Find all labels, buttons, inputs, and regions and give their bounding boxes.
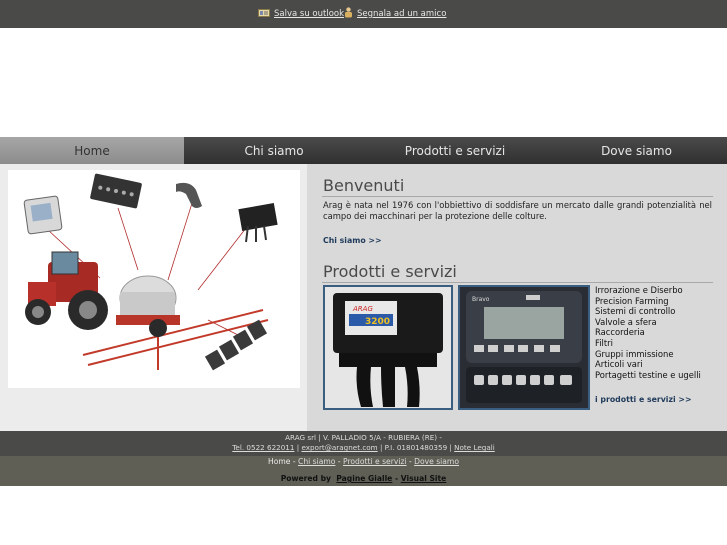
- nav-prodotti[interactable]: Prodotti e servizi: [364, 137, 546, 164]
- powered-dash: -: [392, 474, 401, 483]
- footer-legal-link[interactable]: Note Legali: [454, 443, 495, 452]
- outlook-card-icon: [258, 8, 270, 20]
- top-bar: Salva su outlook Segnala ad un amico: [0, 0, 727, 28]
- list-item: Articoli vari: [595, 359, 643, 370]
- box2-brand: Bravo: [472, 296, 490, 303]
- nav-dove-siamo-label: Dove siamo: [601, 143, 672, 158]
- welcome-divider: [322, 196, 713, 197]
- left-panel: [0, 164, 307, 431]
- list-item: Portagetti testine e ugelli: [595, 369, 701, 380]
- list-item: Sistemi di controllo: [595, 306, 676, 317]
- footer-piva: | P.I. 01801480359 |: [377, 443, 455, 452]
- nav-prodotti-label: Prodotti e servizi: [404, 143, 506, 158]
- products-list: Irrorazione e Diserbo Precision Farming …: [595, 285, 701, 380]
- nav-home-label: Home: [74, 143, 110, 158]
- nav-dove-siamo[interactable]: Dove siamo: [546, 137, 727, 164]
- footer-contacts: Tel. 0522 622011 | export@aragnet.com | …: [0, 443, 727, 452]
- list-item: Irrorazione e Diserbo: [595, 285, 683, 295]
- tell-friend-label: Segnala ad un amico: [357, 9, 447, 19]
- pagine-gialle-link[interactable]: Pagine Gialle: [336, 474, 392, 483]
- visual-site-link[interactable]: Visual Site: [401, 474, 447, 483]
- footer-links: Home - Chi siamo - Prodotti e servizi - …: [0, 457, 727, 466]
- save-outlook-link[interactable]: Salva su outlook: [258, 7, 344, 21]
- footer-tel-link[interactable]: Tel. 0522 622011: [232, 443, 294, 452]
- welcome-text: Arag è nata nel 1976 con l'obbiettivo di…: [323, 200, 712, 221]
- footer-info: ARAG srl | V. PALLADIO 5/A - RUBIERA (RE…: [0, 431, 727, 456]
- footer-email-link[interactable]: export@aragnet.com: [301, 443, 377, 452]
- save-outlook-label: Salva su outlook: [274, 9, 345, 19]
- footer-address: ARAG srl | V. PALLADIO 5/A - RUBIERA (RE…: [285, 433, 442, 442]
- main-nav: Home Chi siamo Prodotti e servizi Dove s…: [0, 137, 727, 164]
- tell-friend-link[interactable]: Segnala ad un amico: [344, 7, 446, 21]
- footer-link-prodotti[interactable]: Prodotti e servizi: [343, 457, 407, 466]
- products-more-link[interactable]: i prodotti e servizi >>: [595, 395, 691, 404]
- chi-siamo-more-link[interactable]: Chi siamo >>: [323, 236, 382, 245]
- content-area: Benvenuti Arag è nata nel 1976 con l'obb…: [0, 164, 727, 431]
- box1-brand: ARAG: [352, 305, 373, 313]
- footer-link-home[interactable]: Home: [268, 457, 290, 466]
- list-item: Precision Farming: [595, 295, 669, 306]
- box1-model: 3200: [365, 317, 390, 327]
- product-image-1: ARAG 3200: [323, 285, 453, 410]
- footer-link-sep: -: [335, 457, 344, 466]
- footer-link-dove-siamo[interactable]: Dove siamo: [414, 457, 459, 466]
- right-panel: Benvenuti Arag è nata nel 1976 con l'obb…: [307, 164, 727, 431]
- products-title: Prodotti e servizi: [323, 262, 457, 281]
- nav-home[interactable]: Home: [0, 137, 184, 164]
- nav-chi-siamo[interactable]: Chi siamo: [184, 137, 364, 164]
- list-item: Gruppi immissione: [595, 348, 674, 359]
- products-divider: [322, 282, 713, 283]
- footer-link-sep: -: [290, 457, 299, 466]
- product-image-2: Bravo: [458, 285, 590, 410]
- list-item: Valvole a sfera: [595, 316, 657, 327]
- list-item: Filtri: [595, 337, 613, 348]
- welcome-title: Benvenuti: [323, 176, 405, 195]
- footer-link-sep: -: [406, 457, 415, 466]
- nav-chi-siamo-label: Chi siamo: [244, 143, 304, 158]
- footer-link-chi-siamo[interactable]: Chi siamo: [298, 457, 335, 466]
- powered-prefix: Powered by: [280, 474, 331, 483]
- list-item: Raccorderia: [595, 327, 645, 338]
- tractor-sprayer-image: [8, 170, 300, 388]
- person-icon: [344, 7, 353, 21]
- powered-by: Powered by Pagine Gialle - Visual Site: [0, 474, 727, 483]
